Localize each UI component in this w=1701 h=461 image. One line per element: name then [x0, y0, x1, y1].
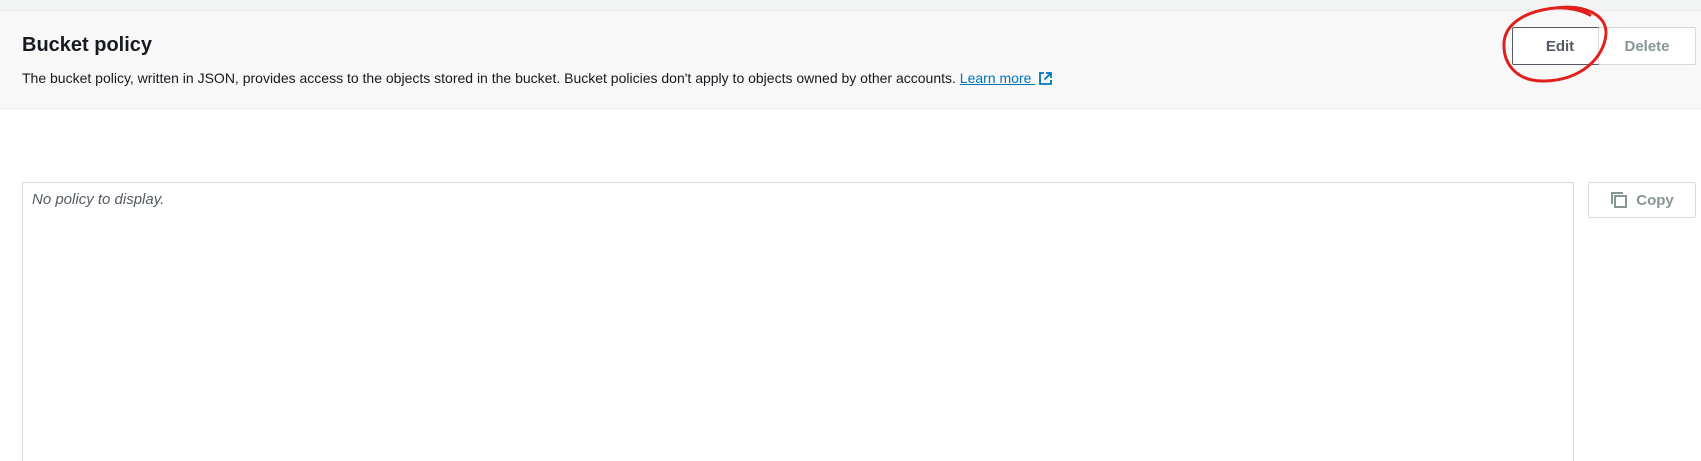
delete-button[interactable]: Delete	[1598, 27, 1696, 65]
delete-button-label: Delete	[1624, 37, 1670, 55]
edit-button-label: Edit	[1545, 37, 1575, 55]
policy-display-box: No policy to display.	[22, 182, 1574, 461]
top-divider	[0, 0, 1701, 11]
copy-button[interactable]: Copy	[1588, 182, 1696, 218]
bucket-policy-page: Bucket policy The bucket policy, written…	[0, 0, 1701, 461]
copy-button-label: Copy	[1636, 191, 1674, 209]
bucket-policy-header: Bucket policy The bucket policy, written…	[0, 11, 1701, 109]
edit-button[interactable]: Edit	[1512, 27, 1608, 65]
learn-more-link[interactable]: Learn more	[960, 70, 1053, 86]
copy-icon	[1611, 192, 1628, 208]
external-link-icon	[1039, 72, 1053, 85]
description-text: The bucket policy, written in JSON, prov…	[22, 70, 956, 86]
section-description: The bucket policy, written in JSON, prov…	[22, 69, 1053, 87]
page-title: Bucket policy	[22, 34, 153, 56]
learn-more-label: Learn more	[959, 70, 1032, 86]
empty-policy-message: No policy to display.	[32, 191, 165, 208]
